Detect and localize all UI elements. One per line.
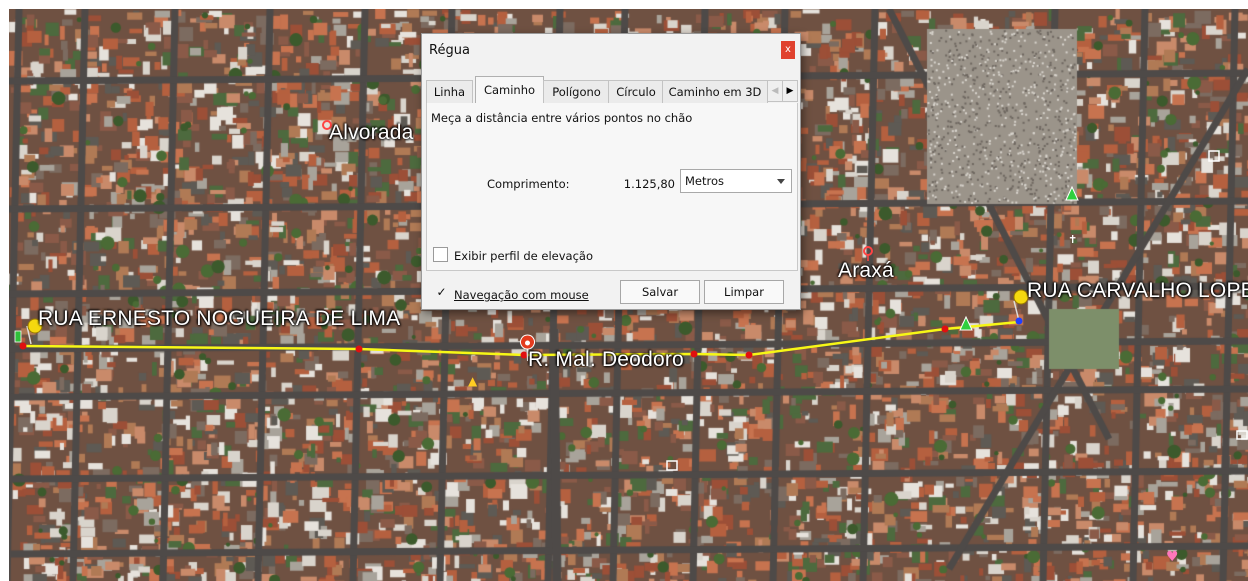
svg-text:✝: ✝ — [1068, 233, 1077, 246]
tab-poligono[interactable]: Polígono — [543, 80, 610, 103]
length-value: 1.125,80 — [623, 177, 675, 191]
measure-description: Meça a distância entre vários pontos no … — [431, 111, 693, 125]
mouse-navigation-label: Navegação com mouse — [454, 288, 589, 302]
landmark-icon[interactable] — [1236, 430, 1248, 440]
rua-ernesto-label: RUA ERNESTO NOGUEIRA DE LIMA — [38, 307, 401, 330]
length-label: Comprimento: — [487, 177, 570, 191]
church-icon[interactable]: ✝ — [1068, 233, 1077, 246]
tab-linha[interactable]: Linha — [426, 80, 473, 103]
close-button[interactable]: x — [781, 41, 795, 59]
dialog-title: Régua — [429, 43, 470, 58]
tab-circulo[interactable]: Círculo — [608, 80, 664, 103]
path-vertex[interactable] — [690, 350, 698, 358]
tab-caminho-3d[interactable]: Caminho em 3D — [662, 80, 768, 103]
store-icon[interactable] — [666, 460, 678, 471]
mouse-navigation-checkbox[interactable]: ✓ — [434, 285, 449, 300]
araxa-label: Araxá — [838, 259, 894, 282]
save-button[interactable]: Salvar — [620, 280, 700, 304]
park-icon[interactable] — [1065, 185, 1079, 201]
ruler-dialog[interactable]: Régua x Linha Caminho Polígono Círculo C… — [421, 33, 801, 310]
svg-text:♥: ♥ — [1166, 549, 1179, 565]
alvorada-label: Alvorada — [329, 121, 414, 144]
path-vertex[interactable] — [520, 351, 528, 359]
ruler-tabs: Linha Caminho Polígono Círculo Caminho e… — [426, 76, 798, 104]
mal-deodoro-label: R. Mal. Deodoro — [528, 348, 684, 371]
hospital-icon[interactable]: ♥ — [1166, 549, 1179, 565]
rua-carvalho-label: RUA CARVALHO LOPES — [1027, 279, 1248, 302]
unit-selected-value: Metros — [685, 174, 725, 188]
park-icon[interactable] — [959, 315, 973, 331]
landmark-icon[interactable] — [1208, 150, 1220, 162]
svg-text:▲: ▲ — [468, 374, 478, 388]
chevron-down-icon — [777, 179, 785, 184]
school-icon[interactable]: ▲ — [468, 374, 478, 388]
end-pushpin-icon[interactable] — [1013, 289, 1029, 325]
unit-select[interactable]: Metros — [680, 169, 792, 193]
tab-scroll-left-icon[interactable]: ◀ — [767, 80, 783, 102]
path-vertex[interactable] — [941, 325, 949, 333]
clear-button[interactable]: Limpar — [704, 280, 784, 304]
elevation-profile-label: Exibir perfil de elevação — [454, 249, 593, 263]
tab-scroll-right-icon[interactable]: ▶ — [782, 80, 798, 102]
path-vertex[interactable] — [355, 345, 363, 353]
elevation-profile-checkbox[interactable] — [433, 247, 448, 262]
path-vertex[interactable] — [19, 342, 27, 350]
tab-caminho[interactable]: Caminho — [475, 76, 544, 104]
path-vertex[interactable] — [745, 351, 753, 359]
tab-panel: Meça a distância entre vários pontos no … — [426, 103, 798, 271]
